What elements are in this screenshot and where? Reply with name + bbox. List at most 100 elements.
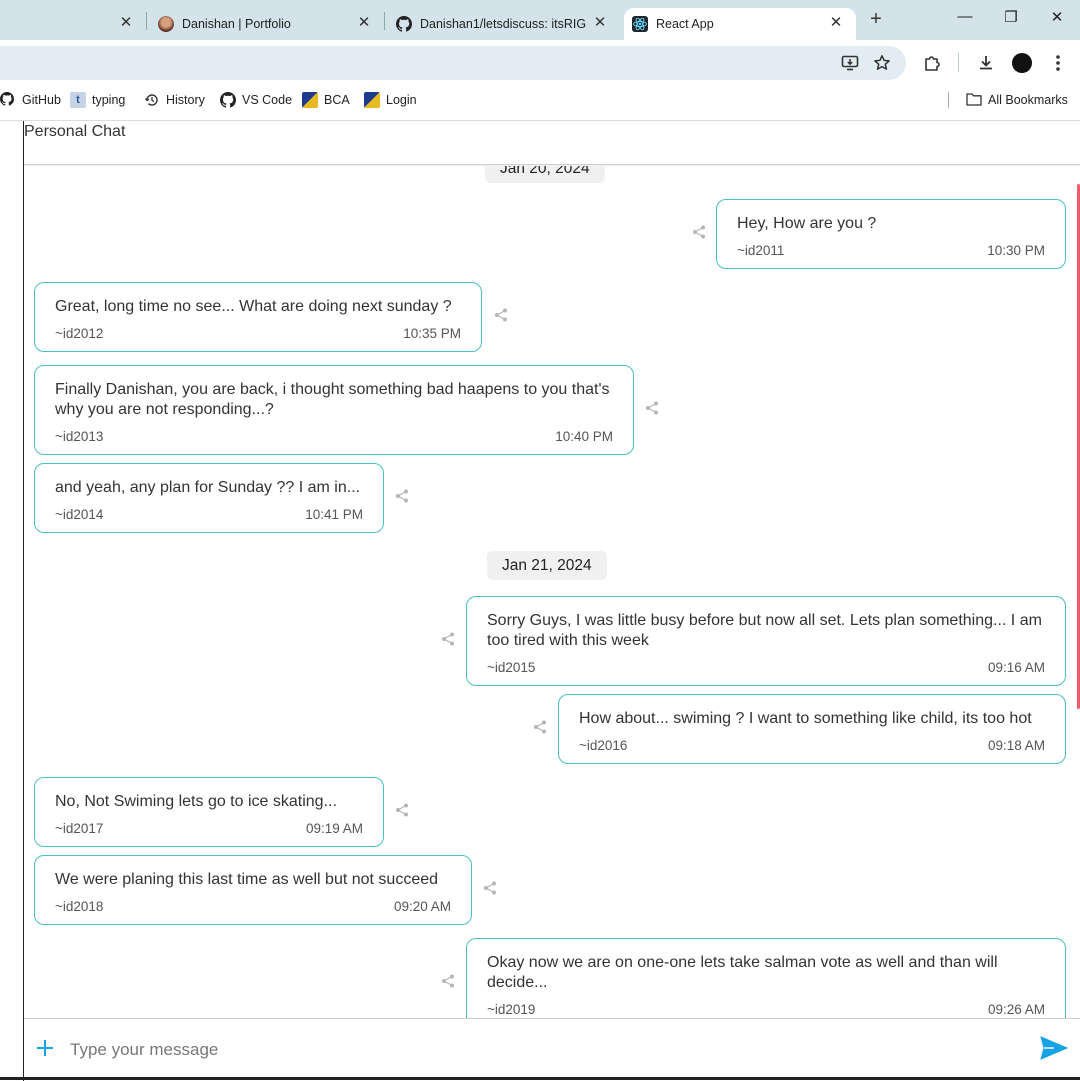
send-icon[interactable] xyxy=(1040,1036,1069,1062)
bookmark-label: Login xyxy=(386,93,417,107)
star-icon[interactable] xyxy=(870,51,894,75)
browser-tab-active[interactable]: React App ✕ xyxy=(624,8,856,40)
close-window-button[interactable]: ✕ xyxy=(1037,8,1077,26)
share-icon[interactable] xyxy=(645,401,659,415)
share-icon[interactable] xyxy=(395,803,409,817)
message-sender: ~id2015 xyxy=(487,660,536,675)
bookmark-bca[interactable]: BCA xyxy=(302,92,350,108)
chat-header: Personal Chat xyxy=(24,121,1080,165)
left-panel xyxy=(0,121,24,1081)
bookmark-label: BCA xyxy=(324,93,350,107)
tab-title: React App xyxy=(656,17,714,31)
bookmark-label: VS Code xyxy=(242,93,293,107)
share-icon[interactable] xyxy=(441,974,455,988)
message-bubble: Sorry Guys, I was little busy before but… xyxy=(466,596,1066,686)
share-icon[interactable] xyxy=(533,720,547,734)
message-text: No, Not Swiming lets go to ice skating..… xyxy=(55,793,337,810)
message-text: and yeah, any plan for Sunday ?? I am in… xyxy=(55,479,361,496)
message-bubble: Great, long time no see... What are doin… xyxy=(34,282,482,352)
browser-tab[interactable]: ✕ xyxy=(0,8,146,40)
bookmark-login[interactable]: Login xyxy=(364,92,417,108)
minimize-button[interactable]: — xyxy=(945,8,985,25)
message-time: 10:30 PM xyxy=(987,243,1045,258)
bookmark-github[interactable]: GitHub xyxy=(0,92,61,108)
bookmark-vscode[interactable]: VS Code xyxy=(220,92,292,108)
tab-title: Danishan1/letsdiscuss: itsRIGHT xyxy=(420,17,586,31)
message-time: 09:19 AM xyxy=(305,821,363,836)
message-sender: ~id2016 xyxy=(579,738,628,753)
message-composer xyxy=(24,1018,1080,1081)
portfolio-favicon-icon xyxy=(158,16,174,32)
message-input[interactable] xyxy=(70,1037,970,1063)
share-icon[interactable] xyxy=(483,881,497,895)
react-favicon-icon xyxy=(632,16,648,32)
message-text: Hey, How are you ? xyxy=(737,215,877,232)
message-time: 09:26 AM xyxy=(987,1002,1045,1017)
bca-icon xyxy=(364,92,380,108)
tab-separator xyxy=(384,12,385,30)
download-icon[interactable] xyxy=(974,51,998,75)
message-time: 09:20 AM xyxy=(393,899,451,914)
messages-list[interactable]: Jan 20, 2024 Hey, How are you ? ~id2011 1… xyxy=(24,166,1080,1018)
message-bubble: How about... swiming ? I want to somethi… xyxy=(558,694,1066,764)
message-sender: ~id2012 xyxy=(55,326,104,341)
message-bubble: and yeah, any plan for Sunday ?? I am in… xyxy=(34,463,384,533)
share-icon[interactable] xyxy=(395,489,409,503)
chat-title: Personal Chat xyxy=(24,123,126,140)
typing-icon: t xyxy=(70,92,86,108)
browser-tab-strip: ✕ Danishan | Portfolio ✕ Danishan1/letsd… xyxy=(0,0,1080,40)
plus-icon[interactable] xyxy=(36,1035,54,1061)
browser-toolbar xyxy=(0,40,1080,86)
install-app-icon[interactable] xyxy=(838,51,862,75)
bookmark-label: typing xyxy=(92,93,126,107)
message-time: 10:41 PM xyxy=(305,507,363,522)
new-tab-button[interactable]: + xyxy=(864,8,888,31)
tab-separator xyxy=(146,12,147,30)
message-time: 09:16 AM xyxy=(987,660,1045,675)
close-tab-icon[interactable]: ✕ xyxy=(116,13,136,31)
message-time: 09:18 AM xyxy=(987,738,1045,753)
message-time: 10:35 PM xyxy=(403,326,461,341)
message-bubble: Hey, How are you ? ~id2011 10:30 PM xyxy=(716,199,1066,269)
bookmarks-bar: GitHub t typing History VS Code BCA Logi… xyxy=(0,86,1080,114)
date-divider: Jan 20, 2024 xyxy=(485,166,605,183)
tab-title: Danishan | Portfolio xyxy=(182,17,291,31)
message-sender: ~id2013 xyxy=(55,429,104,444)
bookmark-label: History xyxy=(166,93,205,107)
extensions-icon[interactable] xyxy=(920,51,944,75)
close-tab-icon[interactable]: ✕ xyxy=(590,13,610,31)
folder-icon xyxy=(966,92,982,108)
message-text: How about... swiming ? I want to somethi… xyxy=(579,710,1032,727)
address-bar[interactable] xyxy=(0,46,906,80)
all-bookmarks-button[interactable]: All Bookmarks xyxy=(966,92,1068,108)
toolbar-separator xyxy=(958,52,959,72)
chat-app: Personal Chat Jan 20, 2024 Hey, How are … xyxy=(0,120,1080,1081)
message-bubble: Okay now we are on one-one lets take sal… xyxy=(466,938,1066,1018)
message-sender: ~id2017 xyxy=(55,821,104,836)
message-sender: ~id2018 xyxy=(55,899,104,914)
menu-icon[interactable] xyxy=(1046,51,1070,75)
share-icon[interactable] xyxy=(494,308,508,322)
all-bookmarks-label: All Bookmarks xyxy=(988,93,1068,107)
close-tab-icon[interactable]: ✕ xyxy=(826,13,846,31)
share-icon[interactable] xyxy=(441,632,455,646)
profile-avatar[interactable] xyxy=(1012,53,1032,73)
message-bubble: Finally Danishan, you are back, i though… xyxy=(34,365,634,455)
bookmark-typing[interactable]: t typing xyxy=(70,92,125,108)
github-icon xyxy=(396,16,412,32)
bookmark-history[interactable]: History xyxy=(144,92,205,108)
share-icon[interactable] xyxy=(692,225,706,239)
message-text: We were planing this last time as well b… xyxy=(55,871,439,888)
message-sender: ~id2014 xyxy=(55,507,104,522)
message-sender: ~id2019 xyxy=(487,1002,536,1017)
message-bubble: No, Not Swiming lets go to ice skating..… xyxy=(34,777,384,847)
close-tab-icon[interactable]: ✕ xyxy=(354,13,374,31)
date-divider: Jan 21, 2024 xyxy=(487,551,607,580)
bookmark-label: GitHub xyxy=(22,93,61,107)
bookmarks-separator xyxy=(948,92,949,108)
message-text: Sorry Guys, I was little busy before but… xyxy=(487,612,1042,649)
browser-tab[interactable]: Danishan | Portfolio ✕ xyxy=(158,8,384,40)
message-sender: ~id2011 xyxy=(737,243,785,258)
restore-button[interactable]: ❐ xyxy=(991,8,1031,26)
browser-tab[interactable]: Danishan1/letsdiscuss: itsRIGHT ✕ xyxy=(396,8,620,40)
